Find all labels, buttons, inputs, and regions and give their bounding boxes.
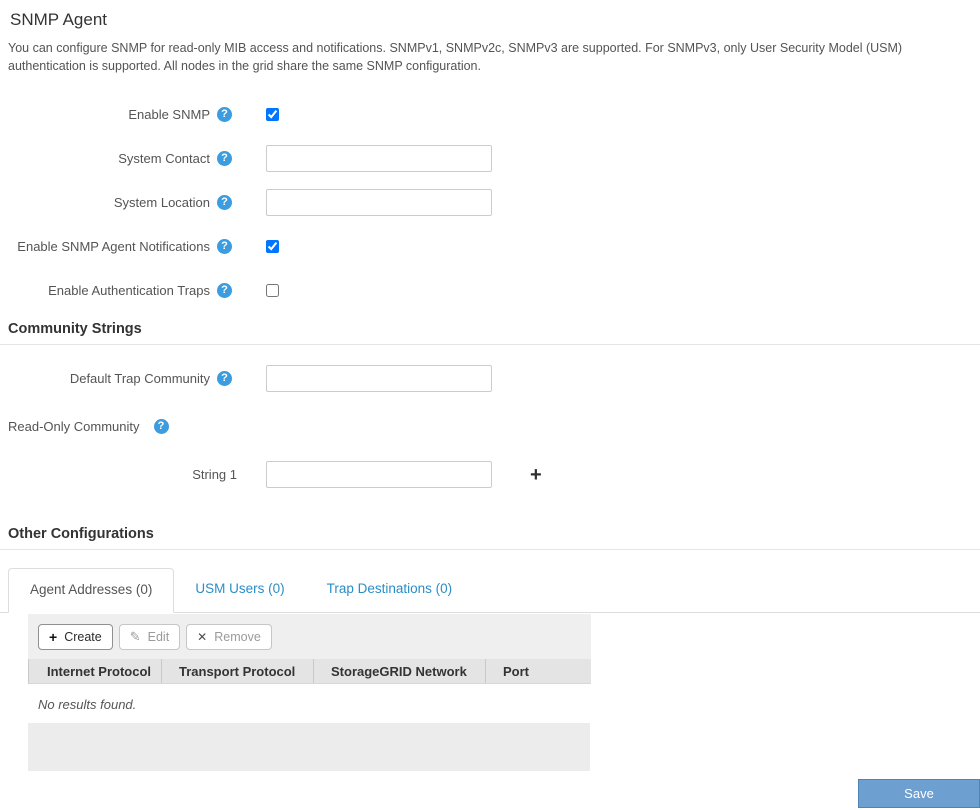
read-only-community-row: Read-Only Community [8, 416, 980, 436]
col-storagegrid-network: StorageGRID Network [313, 659, 485, 683]
string-1-input[interactable] [266, 461, 492, 488]
system-contact-input[interactable] [266, 145, 492, 172]
page-title: SNMP Agent [10, 10, 108, 29]
enable-notifications-label: Enable SNMP Agent Notifications [17, 239, 210, 254]
table-footer-area [28, 723, 590, 771]
edit-button[interactable]: Edit [118, 623, 181, 650]
add-string-plus-icon[interactable] [530, 465, 542, 485]
string-1-row: String 1 [0, 461, 980, 488]
help-icon[interactable] [153, 418, 169, 434]
tab-agent-addresses[interactable]: Agent Addresses (0) [8, 568, 175, 613]
system-contact-label: System Contact [118, 151, 210, 166]
remove-button[interactable]: Remove [186, 623, 272, 650]
agent-addresses-table-header: Internet Protocol Transport Protocol Sto… [28, 659, 591, 684]
help-icon[interactable] [217, 107, 232, 122]
default-trap-community-row: Default Trap Community [0, 365, 980, 392]
help-icon[interactable] [217, 283, 232, 298]
enable-notifications-checkbox[interactable] [266, 240, 279, 253]
enable-snmp-checkbox[interactable] [266, 108, 279, 121]
system-location-row: System Location [0, 189, 980, 216]
col-port: Port [485, 659, 591, 683]
system-contact-row: System Contact [0, 145, 980, 172]
table-empty-message: No results found. [38, 697, 137, 712]
string-1-label: String 1 [192, 467, 237, 482]
section-divider [0, 549, 980, 550]
enable-auth-traps-label: Enable Authentication Traps [48, 283, 210, 298]
col-internet-protocol: Internet Protocol [47, 663, 152, 679]
tab-trap-destinations[interactable]: Trap Destinations (0) [306, 568, 474, 612]
section-divider [0, 344, 980, 345]
help-icon[interactable] [217, 371, 232, 386]
create-button[interactable]: Create [38, 623, 113, 650]
community-strings-heading: Community Strings [8, 321, 142, 337]
agent-addresses-toolbar: Create Edit Remove [28, 614, 591, 659]
read-only-community-label: Read-Only Community [8, 418, 140, 434]
enable-auth-traps-checkbox[interactable] [266, 284, 279, 297]
tab-usm-users[interactable]: USM Users (0) [174, 568, 305, 612]
enable-snmp-label: Enable SNMP [128, 107, 210, 122]
plus-icon [49, 629, 57, 645]
snmp-form: Enable SNMP System Contact System Locati… [0, 101, 980, 304]
snmp-agent-page: SNMP Agent You can configure SNMP for re… [0, 0, 980, 810]
system-location-label: System Location [113, 195, 210, 210]
create-button-label: Create [64, 629, 102, 644]
other-config-tabs: Agent Addresses (0) USM Users (0) Trap D… [0, 568, 980, 613]
pencil-icon [130, 629, 141, 645]
help-icon[interactable] [217, 151, 232, 166]
other-configurations-heading: Other Configurations [8, 526, 154, 542]
page-description: You can configure SNMP for read-only MIB… [8, 41, 903, 73]
default-trap-community-input[interactable] [266, 365, 492, 392]
enable-snmp-row: Enable SNMP [0, 101, 980, 128]
enable-notifications-row: Enable SNMP Agent Notifications [0, 233, 980, 260]
help-icon[interactable] [217, 239, 232, 254]
col-transport-protocol: Transport Protocol [161, 659, 313, 683]
remove-button-label: Remove [214, 629, 261, 644]
system-location-input[interactable] [266, 189, 492, 216]
save-button[interactable]: Save [858, 779, 980, 808]
edit-button-label: Edit [147, 629, 170, 644]
default-trap-community-label: Default Trap Community [69, 371, 210, 386]
x-icon [197, 630, 207, 644]
help-icon[interactable] [217, 195, 232, 210]
enable-auth-traps-row: Enable Authentication Traps [0, 277, 980, 304]
